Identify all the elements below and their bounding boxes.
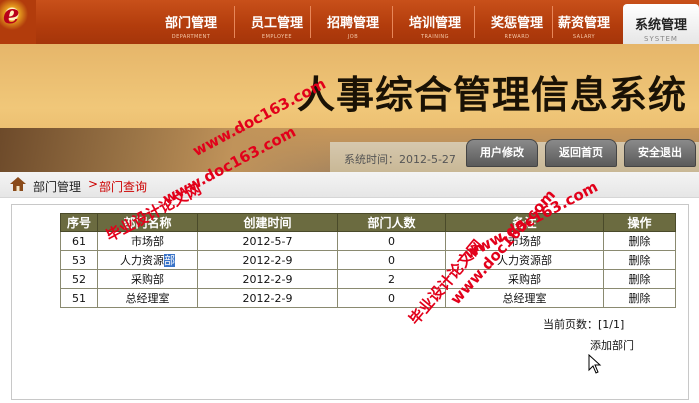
- cell-id: 52: [60, 269, 98, 289]
- table-row: 61 市场部 2012-5-7 0 市场部 删除: [60, 231, 676, 251]
- breadcrumb-current: 部门查询: [99, 180, 148, 194]
- breadcrumb-separator: >: [88, 177, 99, 191]
- selected-text: 部: [164, 254, 175, 267]
- cell-id: 51: [60, 288, 98, 308]
- nav-label: 培训管理: [408, 16, 461, 31]
- user-edit-button[interactable]: 用户修改: [466, 139, 538, 167]
- nav-item-department[interactable]: 部门管理 DEPARTMENT: [148, 0, 234, 44]
- cell-count: 0: [337, 231, 446, 251]
- col-header-id: 序号: [60, 213, 98, 232]
- add-department-link[interactable]: 添加部门: [590, 337, 634, 353]
- nav-sublabel: TRAINING: [420, 34, 450, 40]
- table-row: 52 采购部 2012-2-9 2 采购部 删除: [60, 269, 676, 289]
- delete-link[interactable]: 删除: [603, 250, 676, 270]
- delete-link[interactable]: 删除: [603, 288, 676, 308]
- table-row: 51 总经理室 2012-2-9 0 总经理室 删除: [60, 288, 676, 308]
- nav-label: 薪资管理: [557, 16, 610, 31]
- header-banner: 人事综合管理信息系统 系统时间：2012-5-27 用户修改 返回首页 安全退出: [0, 44, 699, 172]
- cell-name-text: 人力资源: [120, 254, 164, 267]
- cell-id: 61: [60, 231, 98, 251]
- nav-item-employee[interactable]: 员工管理 EMPLOYEE: [234, 0, 320, 44]
- cell-name: 采购部: [97, 269, 198, 289]
- nav-item-system-active[interactable]: 系统管理 SYSTEM: [623, 4, 699, 44]
- home-icon: [10, 177, 26, 191]
- logout-button[interactable]: 安全退出: [624, 139, 696, 167]
- delete-link[interactable]: 删除: [603, 269, 676, 289]
- delete-link[interactable]: 删除: [603, 231, 676, 251]
- nav-item-training[interactable]: 培训管理 TRAINING: [392, 0, 478, 44]
- cell-date: 2012-5-7: [197, 231, 338, 251]
- nav-sublabel: SALARY: [572, 34, 596, 40]
- system-title: 人事综合管理信息系统: [296, 72, 687, 117]
- cell-id: 53: [60, 250, 98, 270]
- logo: e: [0, 0, 36, 44]
- nav-sublabel: EMPLOYEE: [261, 34, 293, 40]
- cell-count: 0: [337, 250, 446, 270]
- nav-label: 招聘管理: [326, 16, 379, 31]
- nav-label: 系统管理: [634, 18, 687, 33]
- col-header-op: 操作: [603, 213, 676, 232]
- nav-item-salary[interactable]: 薪资管理 SALARY: [544, 0, 624, 44]
- department-table: 序号 部门名称 创建时间 部门人数 备注 操作 61 市场部 2012-5-7 …: [60, 213, 676, 308]
- pagination-info: 当前页数：[1/1]: [543, 318, 625, 331]
- cell-date: 2012-2-9: [197, 288, 338, 308]
- mouse-cursor-icon: [588, 354, 602, 374]
- col-header-count: 部门人数: [337, 213, 446, 232]
- cell-date: 2012-2-9: [197, 250, 338, 270]
- system-time: 系统时间：2012-5-27: [344, 153, 456, 166]
- table-row: 53 人力资源部 2012-2-9 0 人力资源部 删除: [60, 250, 676, 270]
- cell-name: 人力资源部: [97, 250, 198, 270]
- nav-label: 部门管理: [164, 16, 217, 31]
- col-header-date: 创建时间: [197, 213, 338, 232]
- nav-sublabel: DEPARTMENT: [171, 34, 211, 40]
- cell-name: 总经理室: [97, 288, 198, 308]
- cell-date: 2012-2-9: [197, 269, 338, 289]
- nav-sublabel: SYSTEM: [644, 35, 678, 43]
- nav-label: 员工管理: [250, 16, 303, 31]
- nav-sublabel: JOB: [347, 34, 359, 40]
- breadcrumb-root[interactable]: 部门管理: [33, 178, 81, 195]
- home-button[interactable]: 返回首页: [545, 139, 617, 167]
- top-nav-bar: e 部门管理 DEPARTMENT 员工管理 EMPLOYEE 招聘管理 JOB…: [0, 0, 699, 44]
- nav-item-recruit[interactable]: 招聘管理 JOB: [310, 0, 396, 44]
